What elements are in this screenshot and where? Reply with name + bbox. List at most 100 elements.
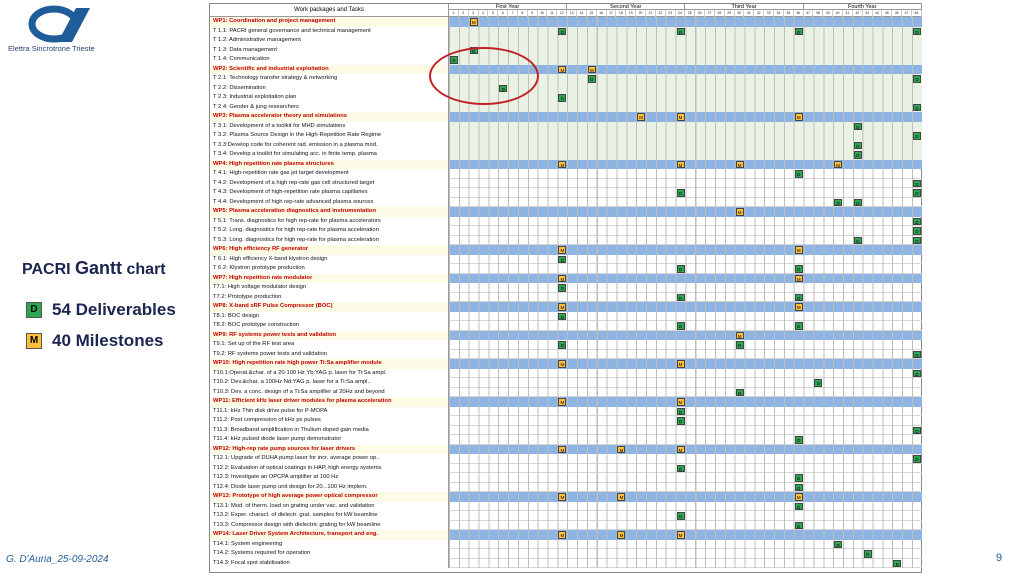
- task-label: T9.2: RF systems power tests and validat…: [210, 349, 449, 359]
- deliverable-marker: D: [912, 217, 921, 225]
- timeline-cells: D: [449, 558, 922, 568]
- timeline-cells: DD: [449, 188, 922, 198]
- deliverable-marker: D: [794, 170, 803, 178]
- timeline-cells: D: [449, 435, 922, 445]
- work-package-label: WP6: High efficiency RF generator: [210, 245, 449, 255]
- timeline-cells: MMM: [449, 112, 922, 122]
- task-label: T 4.1: High-repetition rate gas jet targ…: [210, 169, 449, 179]
- task-row: T 6.2: Klystron prototype production D D: [210, 264, 922, 274]
- deliverable-marker: D: [676, 27, 685, 35]
- legend-milestones: M 40 Milestones: [26, 331, 164, 351]
- milestone-marker: M: [558, 445, 567, 453]
- task-label: T10.2: Dev.&char. a 100Hz Nd:YAG p. lase…: [210, 378, 449, 388]
- month-header: 34: [774, 10, 784, 17]
- deliverable-marker: D: [735, 388, 744, 396]
- elettra-logo-icon: [28, 5, 90, 43]
- deliverable-marker: D: [676, 322, 685, 330]
- task-label: T8.1: BOC design: [210, 311, 449, 321]
- work-package-row: WP12: High-rep rate pump sources for las…: [210, 444, 922, 454]
- deliverable-marker: D: [676, 407, 685, 415]
- legend-deliverables: D 54 Deliverables: [26, 300, 176, 320]
- timeline-cells: MMMM: [449, 159, 922, 169]
- task-row: T 1.1: PACRI general governance and tech…: [210, 26, 922, 36]
- task-row: T12.1: Upgrade of DUHA pump laser for in…: [210, 454, 922, 464]
- deliverable-marker: D: [676, 417, 685, 425]
- deliverable-marker: D: [853, 122, 862, 130]
- milestone-marker: M: [558, 360, 567, 368]
- task-row: T11.1: kHz Thin disk drive pulse for P-M…: [210, 406, 922, 416]
- work-package-label: WP5: Plasma acceleration diagnostics and…: [210, 207, 449, 217]
- milestone-marker: M: [676, 445, 685, 453]
- task-label: T11.1: kHz Thin disk drive pulse for P-M…: [210, 406, 449, 416]
- deliverable-marker: D: [558, 27, 567, 35]
- task-row: T 2.2: Dissemination D: [210, 83, 922, 93]
- task-label: T10.1:Operat.&char. of a 20-100 Hz Yb:YA…: [210, 368, 449, 378]
- task-row: T 3.3:Develop code for coherent rad. emi…: [210, 140, 922, 150]
- title-word-3: chart: [126, 261, 166, 278]
- work-package-row: WP5: Plasma acceleration diagnostics and…: [210, 207, 922, 217]
- month-header: 4: [479, 10, 489, 17]
- deliverable-marker: D: [558, 94, 567, 102]
- timeline-cells: D: [449, 406, 922, 416]
- timeline-cells: D: [449, 378, 922, 388]
- timeline-cells: D: [449, 226, 922, 236]
- deliverable-marker: D: [912, 236, 921, 244]
- month-header: 44: [873, 10, 883, 17]
- month-header: 37: [804, 10, 814, 17]
- month-header: 25: [685, 10, 696, 17]
- title-word-1: PACRI: [22, 261, 71, 278]
- deliverables-label: 54 Deliverables: [52, 300, 176, 319]
- task-row: T13.2: Exper. charact. of dielectr. grat…: [210, 511, 922, 521]
- deliverable-marker: D: [794, 293, 803, 301]
- deliverable-marker: D: [893, 559, 902, 567]
- deliverable-marker: D: [558, 284, 567, 292]
- timeline-cells: MMM: [449, 444, 922, 454]
- timeline-cells: D: [449, 169, 922, 179]
- work-package-row: WP9: RF systems power tests and validati…: [210, 330, 922, 340]
- timeline-cells: D: [449, 539, 922, 549]
- timeline-cells: DDDD: [449, 26, 922, 36]
- month-header: 21: [646, 10, 656, 17]
- timeline-cells: MM: [449, 273, 922, 283]
- milestone-marker: M: [735, 208, 744, 216]
- deliverable-marker: D: [912, 132, 921, 140]
- timeline-cells: [449, 36, 922, 46]
- task-row: T14.3: Focal spot stabilisation D: [210, 558, 922, 568]
- task-label: T 3.4: Develop a toolkit for simulating …: [210, 150, 449, 160]
- work-package-row: WP6: High efficiency RF generator M M: [210, 245, 922, 255]
- deliverable-marker: D: [834, 198, 843, 206]
- timeline-cells: D: [449, 511, 922, 521]
- deliverable-marker: D: [676, 265, 685, 273]
- milestone-marker: M: [676, 360, 685, 368]
- milestone-marker: M: [676, 113, 685, 121]
- milestone-marker: M: [587, 65, 596, 73]
- deliverable-marker: D: [794, 474, 803, 482]
- milestone-marker: M: [558, 246, 567, 254]
- month-header: 26: [695, 10, 706, 17]
- timeline-cells: M: [449, 207, 922, 217]
- timeline-cells: MM: [449, 397, 922, 407]
- work-package-label: WP8: X-band xRF Pulse Compressor (BOC): [210, 302, 449, 312]
- task-label: T 3.3:Develop code for coherent rad. emi…: [210, 140, 449, 150]
- task-row: T9.2: RF systems power tests and validat…: [210, 349, 922, 359]
- work-package-label: WP13: Prototype of high average power op…: [210, 492, 449, 502]
- month-header: 16: [597, 10, 607, 17]
- deliverable-marker: D: [912, 426, 921, 434]
- timeline-cells: D: [449, 387, 922, 397]
- task-row: T8.2: BOC prototype construction D D: [210, 321, 922, 331]
- task-row: T12.4: Diode laser pump unit design for …: [210, 482, 922, 492]
- task-row: T 4.4: Development of high rep-rate adva…: [210, 197, 922, 207]
- gantt-header-title: Work packages and Tasks: [210, 4, 449, 17]
- task-label: T11.3: Broadband amplification in Thuliu…: [210, 425, 449, 435]
- task-label: T13.3: Compressor design with dielectric…: [210, 520, 449, 530]
- task-label: T11.4: kHz pulsed diode laser pump demon…: [210, 435, 449, 445]
- task-label: T7.1: High voltage modulator design: [210, 283, 449, 293]
- work-package-row: WP4: High repetition rate plasma structu…: [210, 159, 922, 169]
- month-header: 42: [853, 10, 863, 17]
- month-header: 17: [607, 10, 617, 17]
- timeline-cells: D: [449, 463, 922, 473]
- task-row: T 5.3: Long. diagnostics for high rep-ra…: [210, 235, 922, 245]
- timeline-cells: D: [449, 368, 922, 378]
- timeline-cells: D: [449, 254, 922, 264]
- task-label: T 5.2: Long. diagnostics for high rep-ra…: [210, 226, 449, 236]
